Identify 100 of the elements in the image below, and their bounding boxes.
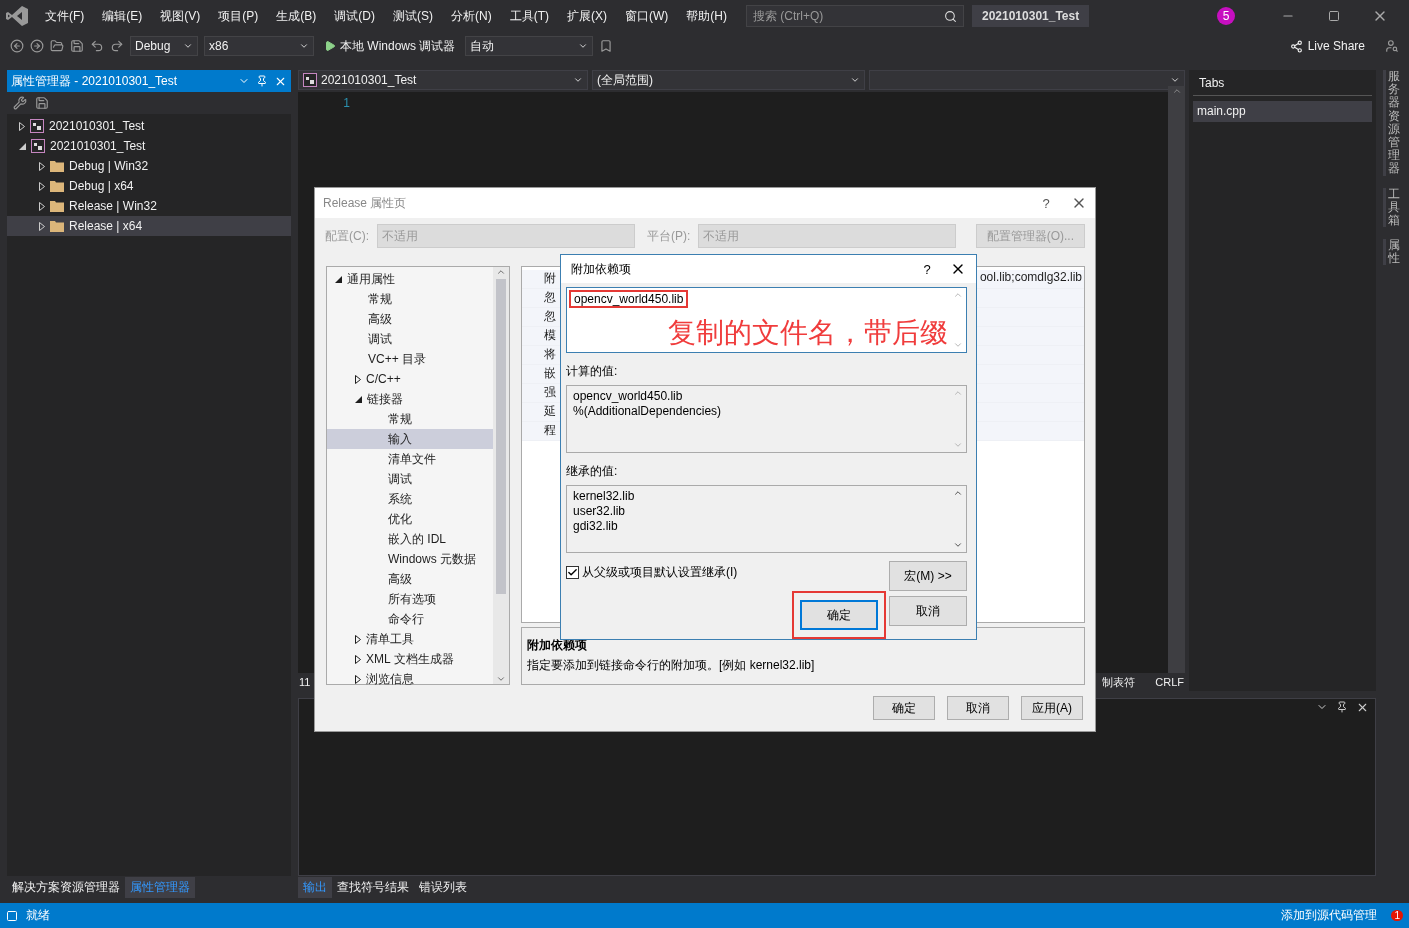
save-icon[interactable] <box>70 39 84 53</box>
scrollbar[interactable] <box>493 267 509 684</box>
menu-item[interactable]: 帮助(H) <box>677 7 736 25</box>
maximize-icon[interactable] <box>1328 10 1340 22</box>
menu-item[interactable]: 工具(T) <box>500 7 558 25</box>
configuration-dropdown[interactable]: Debug <box>130 36 198 56</box>
menu-item[interactable]: 调试(D) <box>325 7 384 25</box>
help-button[interactable]: ? <box>1031 195 1061 211</box>
status-item[interactable]: 制表符 <box>1102 674 1136 690</box>
panel-tab[interactable]: 输出 <box>298 876 332 898</box>
collapsed-arrow-icon[interactable] <box>355 634 361 644</box>
tree-item[interactable]: 常规 <box>327 289 493 309</box>
collapsed-arrow-icon[interactable] <box>355 654 361 664</box>
tree-item[interactable]: 优化 <box>327 509 493 529</box>
platform-dropdown[interactable]: x86 <box>204 36 314 56</box>
dialog-button[interactable]: 确定 <box>873 696 935 720</box>
tree-item[interactable]: 2021010301_Test <box>7 116 291 136</box>
scope-dropdown[interactable]: (全局范围) <box>592 70 865 90</box>
close-icon[interactable] <box>1356 701 1369 714</box>
panel-tab[interactable]: 错误列表 <box>414 876 472 898</box>
dialog-button[interactable]: 取消 <box>947 696 1009 720</box>
undo-icon[interactable] <box>90 39 104 53</box>
collapsed-arrow-icon[interactable] <box>355 374 361 384</box>
start-debugging-button[interactable]: 本地 Windows 调试器 <box>320 37 460 55</box>
collapsed-arrow-icon[interactable] <box>355 674 361 684</box>
tree-item[interactable]: 调试 <box>327 329 493 349</box>
menu-item[interactable]: 文件(F) <box>36 7 94 25</box>
file-tab[interactable]: main.cpp <box>1193 101 1372 122</box>
feedback-icon[interactable] <box>1385 39 1399 53</box>
project-dropdown[interactable]: 2021010301_Test <box>298 70 588 90</box>
menu-item[interactable]: 项目(P) <box>209 7 268 25</box>
scrollbar[interactable] <box>1168 86 1185 673</box>
tree-item[interactable]: 链接器 <box>327 389 493 409</box>
side-tab[interactable]: 工具箱 <box>1383 187 1400 228</box>
tree-item[interactable]: 嵌入的 IDL <box>327 529 493 549</box>
menu-item[interactable]: 编辑(E) <box>93 7 152 25</box>
tree-item[interactable]: Release | Win32 <box>7 196 291 216</box>
tree-item[interactable]: C/C++ <box>327 369 493 389</box>
tree-item[interactable]: Release | x64 <box>7 216 291 236</box>
run-mode-dropdown[interactable]: 自动 <box>465 36 594 56</box>
side-tab[interactable]: 属性 <box>1383 239 1400 266</box>
tree-item[interactable]: 2021010301_Test <box>7 136 291 156</box>
tree-item[interactable]: 调试 <box>327 469 493 489</box>
status-item[interactable]: CRLF <box>1155 676 1184 688</box>
redo-icon[interactable] <box>110 39 124 53</box>
tree-item[interactable]: 清单文件 <box>327 449 493 469</box>
tree-item[interactable]: 输入 <box>327 429 493 449</box>
notification-badge[interactable]: 5 <box>1217 7 1235 25</box>
tree-item[interactable]: 浏览信息 <box>327 669 493 689</box>
source-control-button[interactable]: 添加到源代码管理 <box>1281 907 1378 924</box>
tree-item[interactable]: 命令行 <box>327 609 493 629</box>
macros-button[interactable]: 宏(M) >> <box>889 561 967 591</box>
menu-item[interactable]: 视图(V) <box>151 7 210 25</box>
scroll-up-icon[interactable] <box>953 488 963 498</box>
scroll-down-icon[interactable] <box>496 674 506 684</box>
expanded-arrow-icon[interactable] <box>19 142 26 150</box>
open-folder-icon[interactable] <box>50 39 64 53</box>
notification-badge[interactable]: 1 <box>1391 910 1403 921</box>
forward-icon[interactable] <box>30 39 44 53</box>
cancel-button[interactable]: 取消 <box>889 596 967 626</box>
tree-item[interactable]: 所有选项 <box>327 589 493 609</box>
property-name: 附 <box>543 270 557 287</box>
property-name: 将 <box>543 346 557 363</box>
wrench-icon[interactable] <box>13 96 27 110</box>
input-value: opencv_world450.lib <box>569 290 689 308</box>
dialog-button[interactable]: 应用(A) <box>1021 696 1083 720</box>
expanded-arrow-icon[interactable] <box>355 395 362 403</box>
scroll-down-icon[interactable] <box>953 540 963 550</box>
save-icon[interactable] <box>35 96 49 110</box>
tree-item[interactable]: Debug | Win32 <box>7 156 291 176</box>
live-share-button[interactable]: Live Share <box>1289 39 1365 53</box>
tree-item[interactable]: XML 文档生成器 <box>327 649 493 669</box>
help-button[interactable]: ? <box>912 261 942 277</box>
inherit-checkbox[interactable] <box>566 566 579 579</box>
ok-button[interactable]: 确定 <box>800 600 878 630</box>
tree-item[interactable]: Debug | x64 <box>7 176 291 196</box>
panel-tab[interactable]: 解决方案资源管理器 <box>7 876 125 898</box>
side-tab[interactable]: 服务器资源管理器 <box>1383 70 1400 176</box>
menu-item[interactable]: 窗口(W) <box>616 7 678 25</box>
menu-item[interactable]: 扩展(X) <box>558 7 616 25</box>
tree-item[interactable]: 高级 <box>327 569 493 589</box>
tree-item[interactable]: 常规 <box>327 409 493 429</box>
tree-item[interactable]: Windows 元数据 <box>327 549 493 569</box>
scroll-up-icon[interactable] <box>496 267 506 277</box>
menu-item[interactable]: 生成(B) <box>267 7 326 25</box>
tree-item[interactable]: 系统 <box>327 489 493 509</box>
tree-item[interactable]: 通用属性 <box>327 269 493 289</box>
tree-item[interactable]: VC++ 目录 <box>327 349 493 369</box>
panel-tab[interactable]: 查找符号结果 <box>332 876 414 898</box>
bookmark-icon[interactable] <box>599 39 614 53</box>
tree-item[interactable]: 清单工具 <box>327 629 493 649</box>
panel-tab[interactable]: 属性管理器 <box>125 876 195 898</box>
tree-item[interactable]: 高级 <box>327 309 493 329</box>
expanded-arrow-icon[interactable] <box>335 275 342 283</box>
zoom-level[interactable]: 11 <box>299 676 311 688</box>
pin-icon[interactable] <box>1336 701 1348 713</box>
menu-item[interactable]: 分析(N) <box>442 7 501 25</box>
menu-item[interactable]: 测试(S) <box>384 7 442 25</box>
search-field[interactable]: 搜索 (Ctrl+Q) <box>746 5 964 27</box>
back-icon[interactable] <box>10 39 24 53</box>
